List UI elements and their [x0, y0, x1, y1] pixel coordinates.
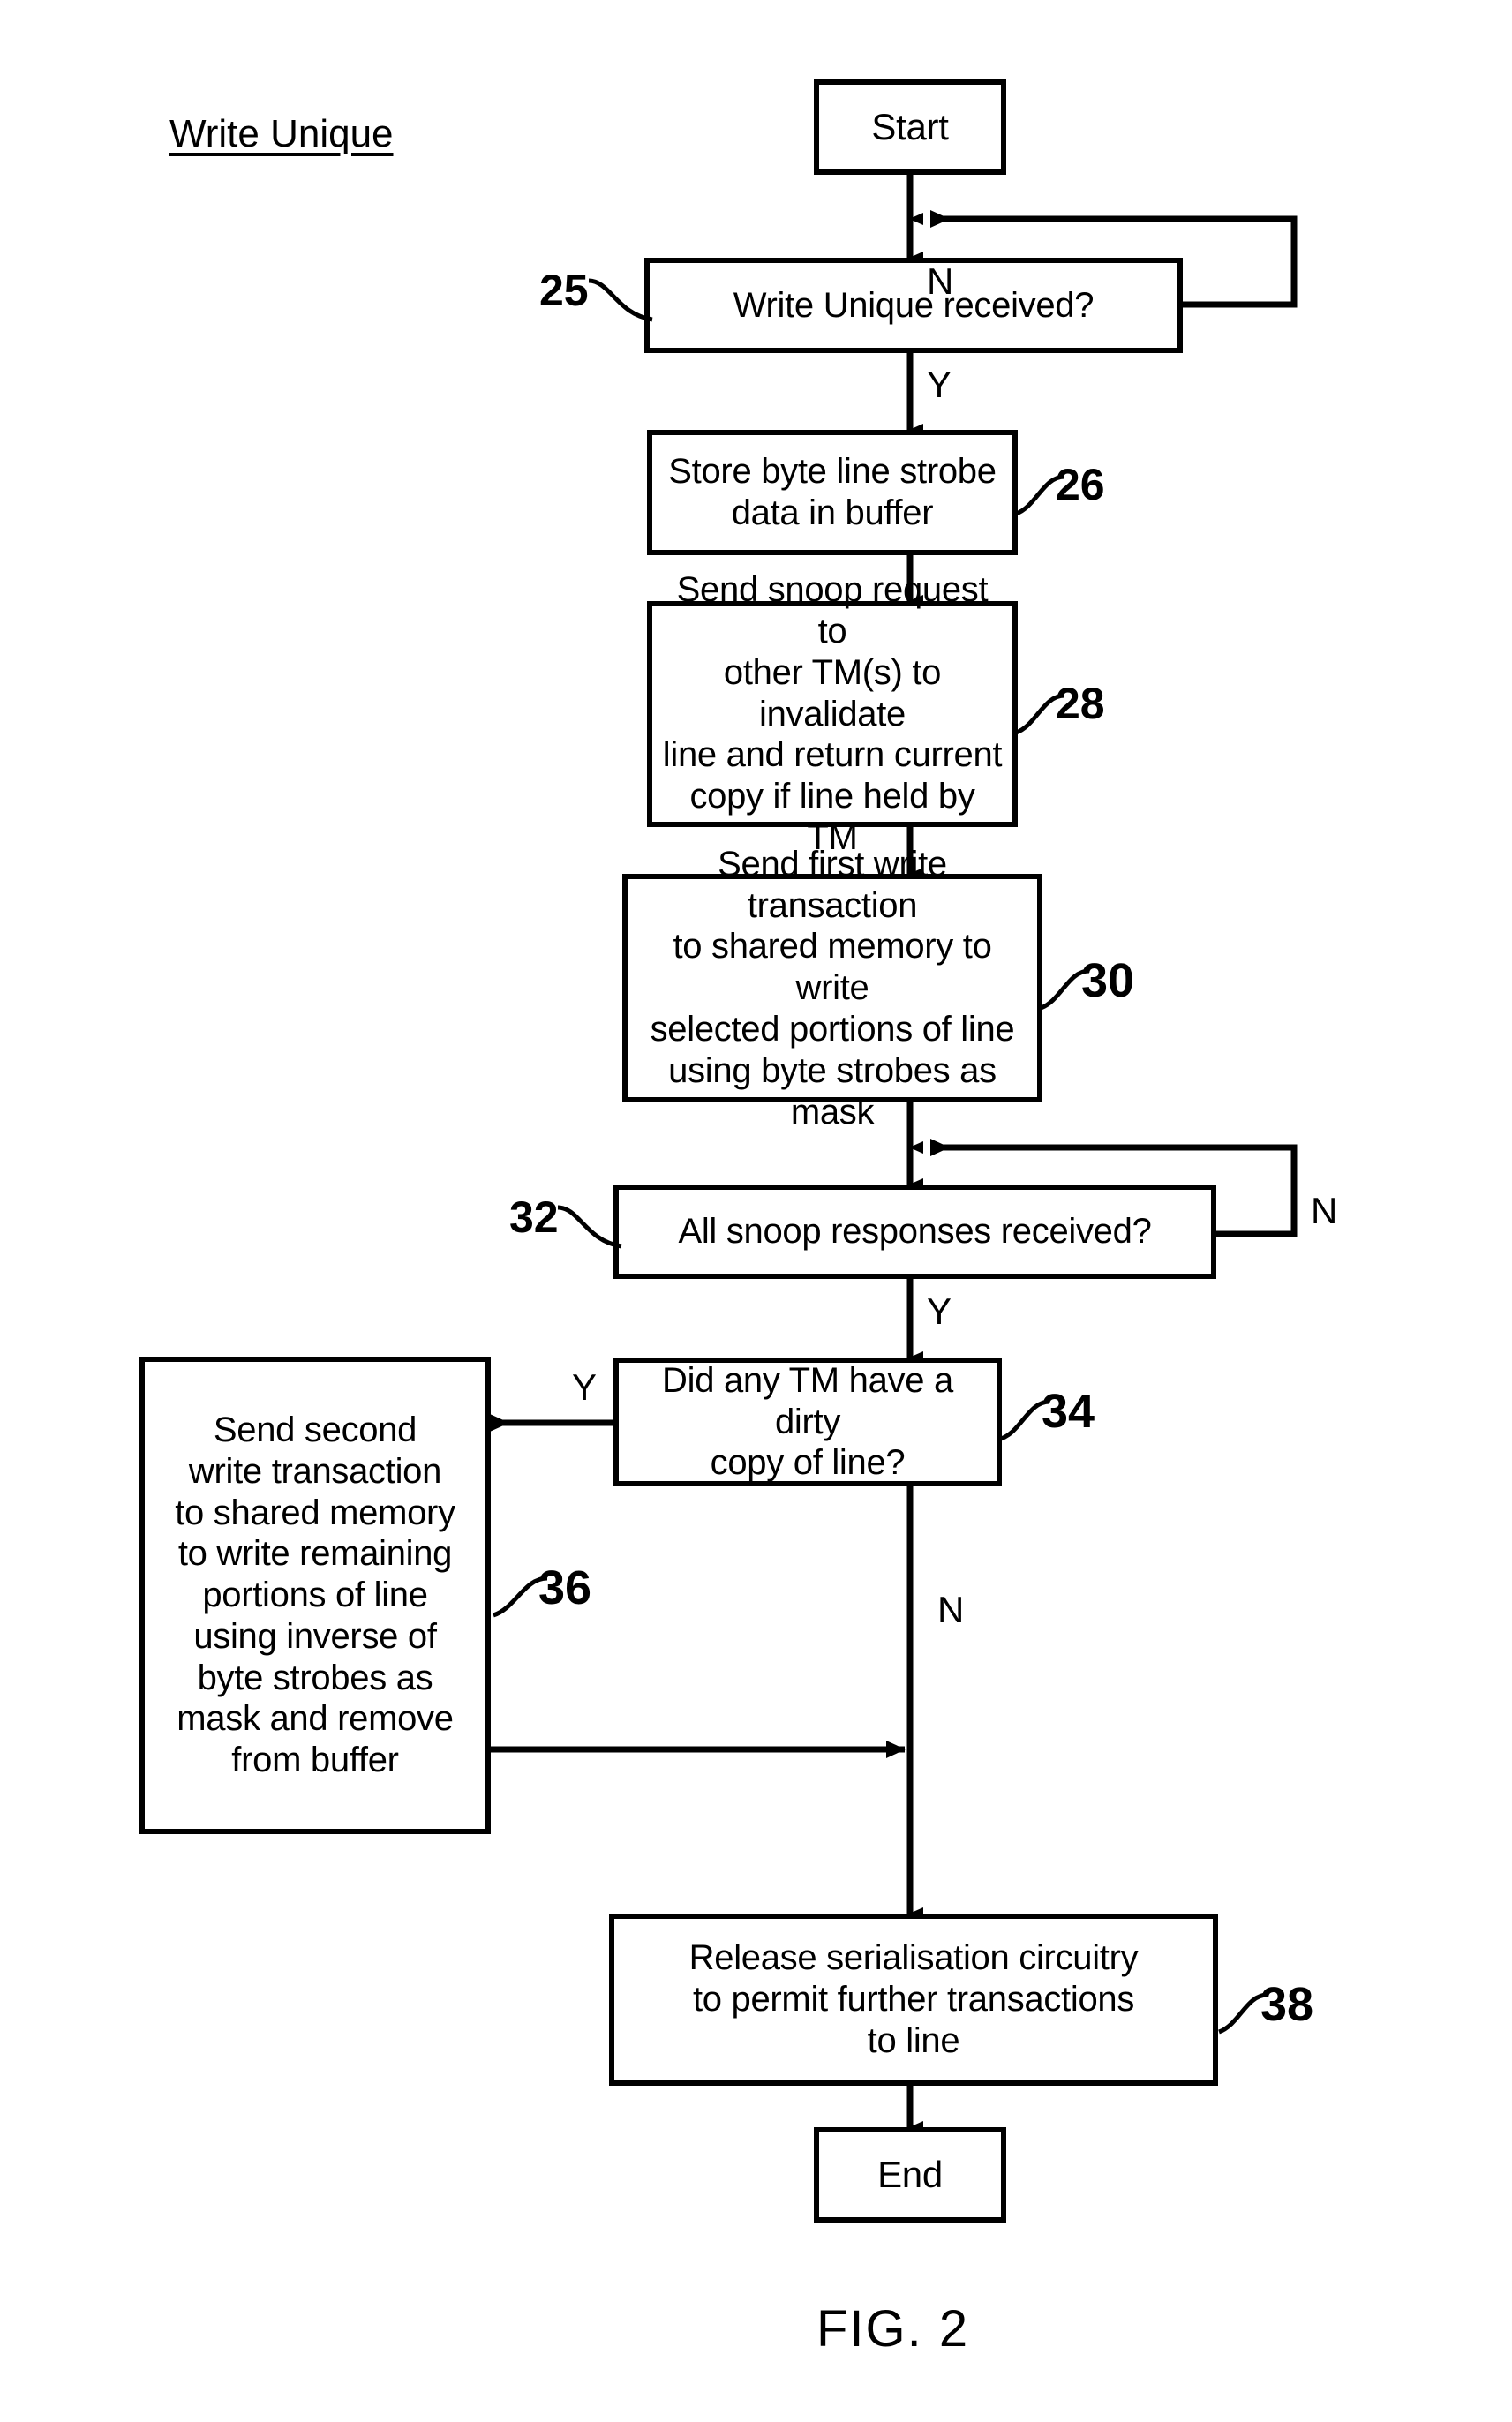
node-38-line-3: to line [867, 2020, 960, 2060]
node-send-first-write: Send first write transaction to shared m… [622, 845, 1042, 1132]
node-all-snoop-responses: All snoop responses received? [613, 1185, 1216, 1279]
node-30-line-1: Send first write transaction [718, 844, 947, 925]
node-25-label: Write Unique received? [733, 285, 1095, 325]
node-start: Start [814, 79, 1006, 175]
leader-line-28 [1014, 693, 1065, 735]
branch-label-32-no: N [1311, 1190, 1338, 1231]
node-28-line-1: Send snoop request to [676, 570, 989, 651]
figure-title: Write Unique [169, 112, 394, 155]
node-36-line-2: write transaction [188, 1451, 442, 1491]
branch-label-25-yes: Y [927, 364, 952, 405]
node-dirty-copy-check: Did any TM have a dirty copy of line? [613, 1358, 1002, 1486]
node-send-second-write: Send second write transaction to shared … [139, 1357, 491, 1834]
node-34-line-2: copy of line? [710, 1443, 906, 1483]
node-36-line-9: from buffer [231, 1741, 399, 1780]
node-36-line-5: portions of line [202, 1576, 428, 1615]
node-38-line-2: to permit further transactions [692, 1980, 1135, 2020]
branch-label-34-yes: Y [572, 1366, 598, 1408]
leader-line-34 [999, 1399, 1050, 1441]
figure-canvas: Write Unique Start Write Unique received… [0, 0, 1512, 2422]
node-30-line-4: using byte strobes as mask [668, 1050, 997, 1132]
node-store-strobe-data: Store byte line strobe data in buffer [647, 430, 1018, 555]
node-start-label: Start [871, 106, 949, 148]
node-34-label: Did any TM have a dirty copy of line? [628, 1360, 988, 1484]
node-end-label: End [877, 2154, 943, 2196]
node-30-label: Send first write transaction to shared m… [636, 844, 1028, 1133]
leader-line-38 [1217, 1992, 1268, 2035]
ref-numeral-25: 25 [539, 266, 589, 315]
node-release-serialisation: Release serialisation circuitry to permi… [609, 1914, 1218, 2086]
leader-line-36 [493, 1576, 548, 1618]
figure-caption: FIG. 2 [816, 2300, 970, 2358]
node-36-line-7: byte strobes as [197, 1658, 433, 1697]
branch-label-25-no: N [927, 260, 954, 302]
node-write-unique-received: Write Unique received? [644, 258, 1183, 353]
node-26-line-2: data in buffer [731, 493, 934, 532]
node-34-line-1: Did any TM have a dirty [662, 1360, 953, 1441]
node-36-line-4: to write remaining [177, 1534, 453, 1574]
node-36-line-6: using inverse of [193, 1616, 437, 1656]
branch-label-34-no: N [937, 1589, 965, 1630]
node-36-line-3: to shared memory [175, 1493, 455, 1532]
node-38-line-1: Release serialisation circuitry [688, 1938, 1139, 1978]
branch-label-32-yes: Y [927, 1290, 952, 1332]
leader-line-26 [1014, 474, 1065, 516]
node-26-line-1: Store byte line strobe [668, 452, 997, 492]
ref-numeral-32: 32 [509, 1192, 559, 1242]
node-32-label: All snoop responses received? [678, 1212, 1152, 1252]
node-36-line-1: Send second [213, 1410, 417, 1449]
node-28-line-2: other TM(s) to invalidate [723, 652, 942, 733]
node-30-line-2: to shared memory to write [673, 927, 992, 1008]
node-38-label: Release serialisation circuitry to permi… [623, 1937, 1204, 2061]
node-end: End [814, 2127, 1006, 2223]
node-26-label: Store byte line strobe data in buffer [661, 451, 1004, 534]
leader-line-32 [557, 1205, 622, 1249]
node-send-snoop-request: Send snoop request to other TM(s) to inv… [647, 570, 1018, 857]
leader-line-30 [1039, 968, 1090, 1011]
node-36-line-8: mask and remove [177, 1699, 454, 1739]
leader-line-25 [588, 278, 653, 322]
node-30-line-3: selected portions of line [650, 1009, 1015, 1049]
node-28-line-3: line and return current [662, 735, 1003, 775]
node-28-label: Send snoop request to other TM(s) to inv… [661, 569, 1004, 859]
node-36-label: Send second write transaction to shared … [154, 1410, 477, 1781]
